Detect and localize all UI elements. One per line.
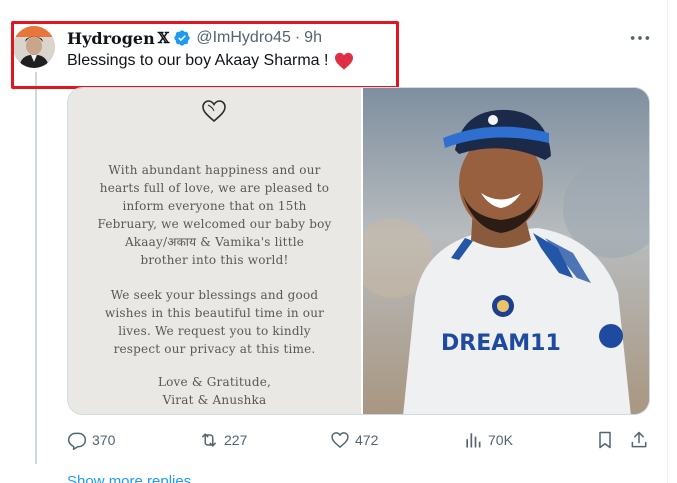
- share-icon: [631, 431, 647, 448]
- cricketer-illustration: DREAM11: [363, 88, 649, 414]
- reply-icon: [67, 432, 87, 450]
- more-options-button[interactable]: [628, 28, 652, 48]
- like-button[interactable]: 472: [330, 428, 378, 452]
- reply-count: 370: [92, 432, 116, 448]
- announcement-paragraph-1: With abundant happiness and our hearts f…: [97, 163, 332, 267]
- jersey-sponsor-text: DREAM11: [441, 331, 561, 356]
- highlight-annotation-box: [11, 21, 399, 89]
- like-count: 472: [355, 432, 379, 448]
- analytics-bars-icon: [466, 433, 481, 448]
- outline-heart-icon: [202, 100, 226, 123]
- repost-button[interactable]: 227: [199, 428, 247, 452]
- column-border: [667, 0, 668, 483]
- show-more-replies-link[interactable]: Show more replies: [67, 473, 191, 483]
- announcement-signature: Love & Gratitude, Virat & Anushka: [157, 375, 272, 407]
- share-button[interactable]: [629, 428, 649, 452]
- like-heart-icon: [331, 432, 349, 449]
- views-count: 70K: [488, 432, 513, 448]
- bookmark-button[interactable]: [595, 428, 615, 452]
- more-dots-icon: [630, 36, 650, 40]
- thread-line: [35, 72, 37, 464]
- views-button[interactable]: 70K: [463, 428, 513, 452]
- bookmark-icon: [599, 431, 611, 449]
- tweet-actions: 370 227 472 70K: [67, 428, 650, 452]
- announcement-card: With abundant happiness and our hearts f…: [68, 88, 361, 414]
- repost-count: 227: [224, 432, 248, 448]
- cricketer-photo: DREAM11: [363, 88, 649, 414]
- repost-icon: [202, 433, 216, 447]
- tweet-media[interactable]: With abundant happiness and our hearts f…: [67, 87, 650, 415]
- reply-button[interactable]: 370: [67, 428, 115, 452]
- announcement-paragraph-2: We seek your blessings and good wishes i…: [104, 288, 325, 356]
